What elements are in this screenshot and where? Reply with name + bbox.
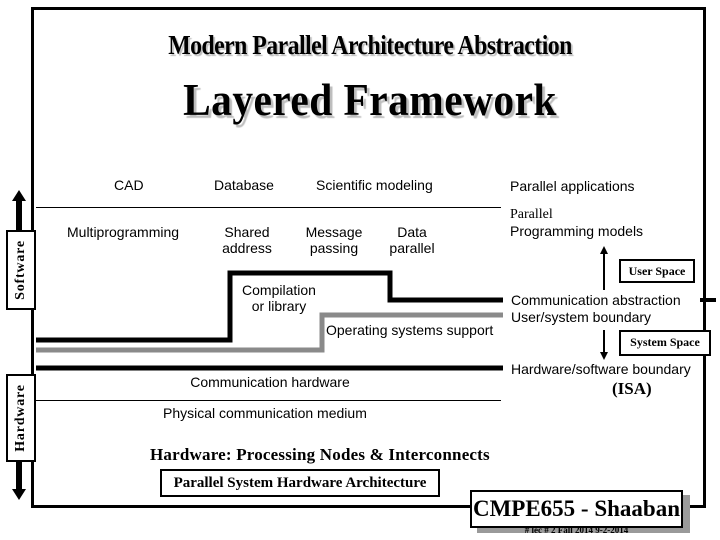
programming-models-line1: Parallel bbox=[510, 207, 553, 222]
os-support-label: Operating systems support bbox=[326, 322, 494, 338]
app-database: Database bbox=[214, 177, 274, 193]
system-space-arrow-icon bbox=[600, 330, 608, 360]
hardware-arrow-icon bbox=[12, 460, 26, 500]
footer-architecture-box: Parallel System Hardware Architecture bbox=[160, 469, 440, 497]
app-cad: CAD bbox=[114, 177, 144, 193]
compilation-library: Compilation or library bbox=[236, 282, 322, 314]
model-message-passing: Message passing bbox=[298, 224, 370, 256]
hardware-label: Hardware bbox=[13, 384, 29, 452]
communication-hardware-label: Communication hardware bbox=[190, 374, 350, 390]
model-data-parallel-line2: parallel bbox=[389, 240, 435, 256]
user-system-boundary-label: User/system boundary bbox=[511, 309, 652, 325]
programming-models-line2: Programming models bbox=[510, 223, 644, 239]
hardware-divider bbox=[36, 400, 501, 401]
parallel-programming-models-label: Parallel Programming models bbox=[510, 207, 643, 239]
model-shared-address-line2: address bbox=[222, 240, 272, 256]
model-data-parallel-line1: Data bbox=[397, 224, 427, 240]
model-shared-address-line1: Shared bbox=[224, 224, 270, 240]
applications-divider bbox=[36, 207, 501, 208]
slide-title: Modern Parallel Architecture Abstraction bbox=[168, 30, 572, 60]
compilation-line2: or library bbox=[251, 298, 307, 314]
physical-medium-label: Physical communication medium bbox=[163, 405, 367, 421]
model-multiprogramming: Multiprogramming bbox=[67, 224, 180, 240]
user-space-tag: User Space bbox=[619, 259, 695, 283]
software-label-box: Software bbox=[6, 230, 36, 310]
communication-abstraction-label: Communication abstraction bbox=[511, 292, 681, 308]
user-space-arrow-icon bbox=[600, 246, 608, 290]
hw-sw-boundary-label: Hardware/software boundary bbox=[511, 361, 691, 377]
system-space-tag: System Space bbox=[619, 330, 711, 356]
hardware-label-box: Hardware bbox=[6, 374, 36, 462]
software-label: Software bbox=[13, 240, 29, 300]
slide-subtitle: Layered Framework bbox=[183, 75, 557, 125]
isa-label: (ISA) bbox=[612, 379, 652, 398]
model-message-passing-line1: Message bbox=[305, 224, 363, 240]
app-scientific-modeling: Scientific modeling bbox=[316, 177, 433, 193]
hardware-caption: Hardware: Processing Nodes & Interconnec… bbox=[150, 445, 490, 464]
software-arrow-icon bbox=[12, 190, 26, 230]
model-shared-address: Shared address bbox=[212, 224, 282, 256]
brand-subline: # lec # 2 Fall 2014 9-2-2014 bbox=[524, 525, 629, 535]
model-data-parallel: Data parallel bbox=[382, 224, 442, 256]
compilation-line1: Compilation bbox=[242, 282, 316, 298]
model-message-passing-line2: passing bbox=[309, 240, 359, 256]
parallel-applications-label: Parallel applications bbox=[510, 178, 635, 194]
brand-title: CMPE655 - Shaaban bbox=[470, 490, 683, 528]
